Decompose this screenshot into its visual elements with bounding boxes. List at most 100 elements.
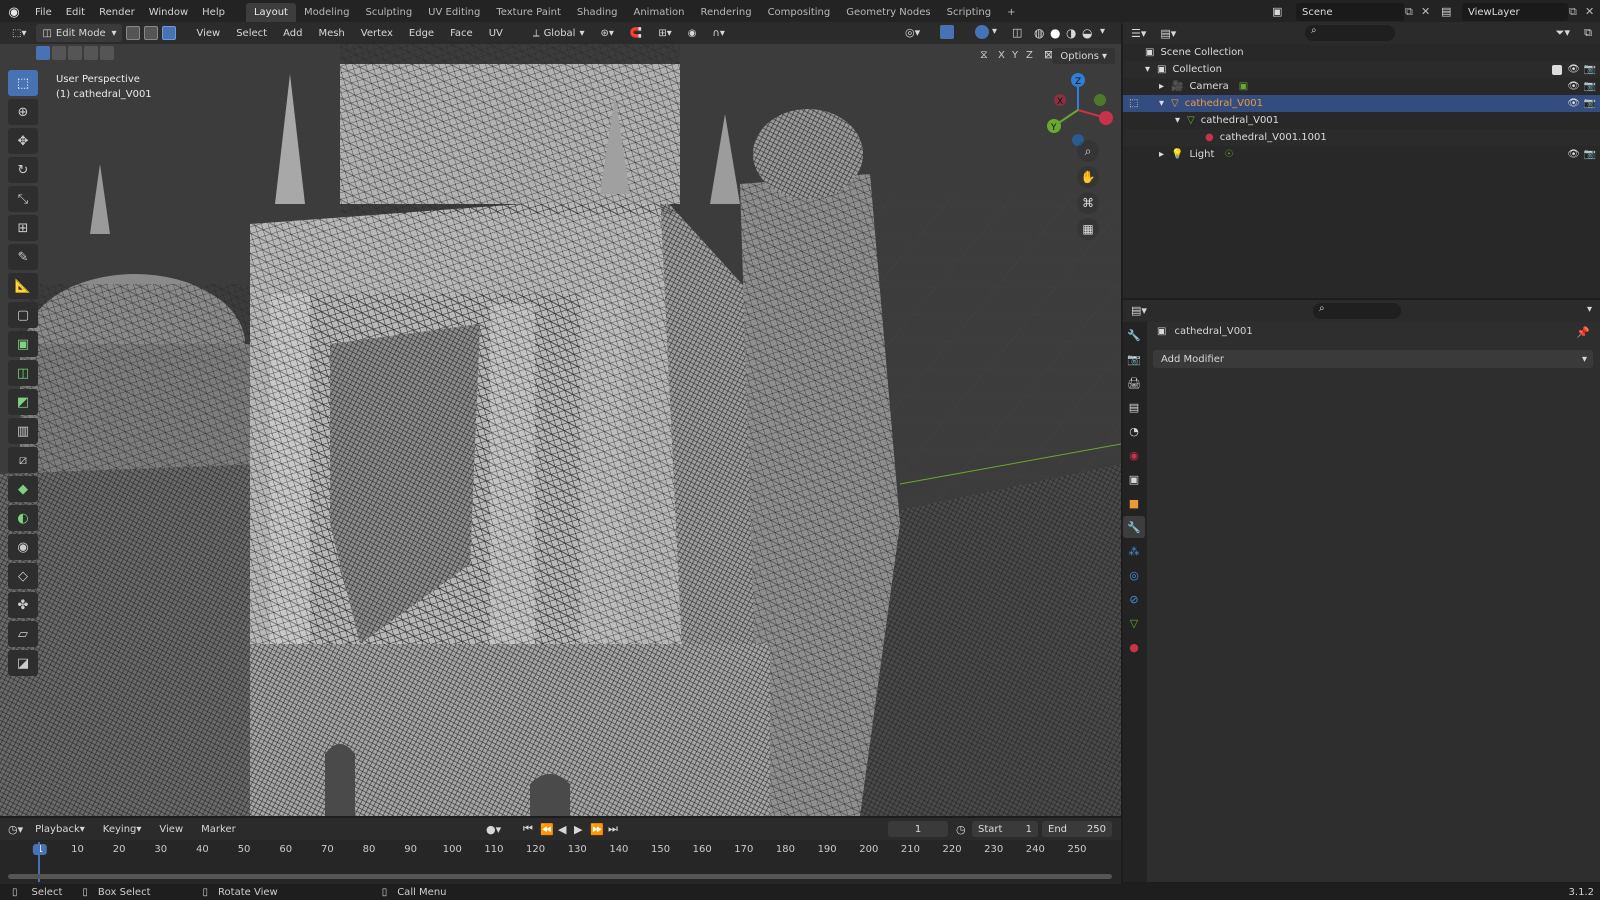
pivot-point-icon[interactable]: ⊛▾ xyxy=(595,24,620,42)
editor-type-icon[interactable]: ⬚▾ xyxy=(6,24,32,42)
overlays-icon[interactable] xyxy=(975,25,989,39)
edge-select-mode-icon[interactable] xyxy=(144,26,159,40)
next-keyframe-icon[interactable]: ⏩ xyxy=(590,823,604,836)
viewport-gizmo-icon[interactable] xyxy=(940,25,954,39)
expand-arrow-icon[interactable]: ▸ xyxy=(1159,149,1171,160)
output-tab-icon[interactable]: 🖨 xyxy=(1123,372,1145,394)
rip-icon[interactable]: ◪ xyxy=(8,650,38,676)
scale-icon[interactable]: ⤡ xyxy=(8,186,38,212)
camera-render-icon[interactable]: 📷 xyxy=(1584,81,1596,92)
blender-logo-icon[interactable]: ◉ xyxy=(0,5,28,20)
menu-edge[interactable]: Edge xyxy=(403,24,440,42)
record-icon[interactable]: ●▾ xyxy=(486,823,501,836)
properties-editor-icon[interactable]: ▤▾ xyxy=(1131,304,1147,317)
tab-scripting[interactable]: Scripting xyxy=(939,3,999,22)
menu-marker[interactable]: Marker xyxy=(195,820,242,838)
expand-arrow-icon[interactable]: ▾ xyxy=(1145,64,1157,75)
menu-window[interactable]: Window xyxy=(142,7,195,18)
select-new-icon[interactable] xyxy=(36,46,50,60)
tab-geometry-nodes[interactable]: Geometry Nodes xyxy=(838,3,938,22)
annotate-icon[interactable]: ✎ xyxy=(8,244,38,270)
current-frame-field[interactable]: 1 xyxy=(888,821,948,837)
outliner-row-material[interactable]: ● cathedral_V001.1001 xyxy=(1123,129,1600,146)
mirror-y-toggle[interactable]: Y xyxy=(1012,50,1018,61)
menu-file[interactable]: File xyxy=(28,7,59,18)
jump-end-icon[interactable]: ⏭ xyxy=(608,822,618,836)
tab-uv-editing[interactable]: UV Editing xyxy=(420,3,488,22)
move-icon[interactable]: ✥ xyxy=(8,128,38,154)
expand-arrow-icon[interactable]: ▸ xyxy=(1159,81,1171,92)
orientation-dropdown[interactable]: ⟂ Global ▾ xyxy=(527,24,591,42)
knife-icon[interactable]: ⧄ xyxy=(8,447,38,473)
jump-start-icon[interactable]: ⏮ xyxy=(523,822,533,836)
select-invert-icon[interactable] xyxy=(84,46,98,60)
wireframe-shading-icon[interactable]: ◍ xyxy=(1034,26,1044,40)
tab-layout[interactable]: Layout xyxy=(245,2,296,22)
pin-icon[interactable]: 📌 xyxy=(1576,326,1590,339)
eye-icon[interactable]: 👁 xyxy=(1567,81,1580,92)
timeline-body[interactable]: 1 10 20 30 40 50 60 70 80 90 100 110 120 130 140 150 160… xyxy=(0,840,1121,884)
render-tab-icon[interactable]: 📷 xyxy=(1123,348,1145,370)
tab-shading[interactable]: Shading xyxy=(569,3,626,22)
menu-timeline-view[interactable]: View xyxy=(153,820,189,838)
timeline-scrollbar[interactable] xyxy=(8,874,1112,879)
menu-mesh[interactable]: Mesh xyxy=(312,24,350,42)
outliner-row-collection[interactable]: ▾ ▣ Collection 👁 📷 xyxy=(1123,61,1600,78)
select-subtract-icon[interactable] xyxy=(68,46,82,60)
add-workspace-button[interactable]: + xyxy=(999,3,1023,22)
view-layer-tab-icon[interactable]: ▤ xyxy=(1123,396,1145,418)
inset-icon[interactable]: ◫ xyxy=(8,360,38,386)
outliner-row-cathedral[interactable]: ⬚ ▾ ▽ cathedral_V001 👁 📷 xyxy=(1123,95,1600,112)
mode-dropdown[interactable]: ◫ Edit Mode ▾ xyxy=(36,24,123,42)
data-tab-icon[interactable]: ▽ xyxy=(1123,612,1145,634)
camera-render-icon[interactable]: 📷 xyxy=(1584,98,1596,109)
snap-target-icon[interactable]: ⊞▾ xyxy=(652,24,677,42)
menu-playback[interactable]: Playback ▾ xyxy=(29,820,91,838)
tab-sculpting[interactable]: Sculpting xyxy=(357,3,420,22)
rendered-shading-icon[interactable]: ◒ xyxy=(1082,26,1092,40)
new-scene-icon[interactable]: ⧉ xyxy=(1405,5,1413,19)
add-cube-icon[interactable]: ▢ xyxy=(8,302,38,328)
chevron-down-icon[interactable]: ▾ xyxy=(1587,304,1592,315)
menu-view[interactable]: View xyxy=(190,24,226,42)
modifier-tab-icon[interactable]: 🔧 xyxy=(1123,516,1145,538)
play-icon[interactable]: ▶ xyxy=(574,823,582,836)
tab-rendering[interactable]: Rendering xyxy=(692,3,759,22)
spin-icon[interactable]: ◐ xyxy=(8,505,38,531)
extrude-icon[interactable]: ▣ xyxy=(8,331,38,357)
eye-icon[interactable]: 👁 xyxy=(1567,64,1580,75)
measure-icon[interactable]: 📐 xyxy=(8,273,38,299)
outliner-editor-icon[interactable]: ☰▾ xyxy=(1131,27,1146,40)
edge-slide-icon[interactable]: ◇ xyxy=(8,563,38,589)
particles-tab-icon[interactable]: ⁂ xyxy=(1123,540,1145,562)
outliner-row-camera[interactable]: ▸ 🎥 Camera ▣ 👁 📷 xyxy=(1123,78,1600,95)
collection-tab-icon[interactable]: ▣ xyxy=(1123,468,1145,490)
eye-icon[interactable]: 👁 xyxy=(1567,149,1580,160)
new-collection-icon[interactable]: ⧉ xyxy=(1584,26,1592,40)
smooth-icon[interactable]: ◉ xyxy=(8,534,38,560)
timeline-editor-icon[interactable]: ◷▾ xyxy=(8,823,23,836)
tab-animation[interactable]: Animation xyxy=(626,3,693,22)
delete-view-layer-icon[interactable]: ✕ xyxy=(1585,5,1594,18)
shrink-fatten-icon[interactable]: ✤ xyxy=(8,592,38,618)
menu-render[interactable]: Render xyxy=(92,7,142,18)
material-shading-icon[interactable]: ◑ xyxy=(1066,26,1076,40)
expand-arrow-icon[interactable]: ▾ xyxy=(1175,115,1187,126)
eye-icon[interactable]: 👁 xyxy=(1567,98,1580,109)
cathedral-mesh-render[interactable] xyxy=(0,44,1121,816)
outliner-row-scene-collection[interactable]: ▣ Scene Collection xyxy=(1123,44,1600,61)
zoom-icon[interactable]: ⌕ xyxy=(1077,140,1099,162)
mirror-icon[interactable]: ⧖ xyxy=(980,48,988,62)
scene-field[interactable]: Scene xyxy=(1296,3,1404,21)
xray-icon[interactable]: ◫ xyxy=(1012,26,1022,39)
menu-add[interactable]: Add xyxy=(277,24,308,42)
shear-icon[interactable]: ▱ xyxy=(8,621,38,647)
mirror-z-toggle[interactable]: Z xyxy=(1026,50,1033,61)
scene-tab-icon[interactable]: ◔ xyxy=(1123,420,1145,442)
frame-ruler[interactable]: 1 10 20 30 40 50 60 70 80 90 100 110 120 130 140 150 160… xyxy=(0,840,1121,858)
material-tab-icon[interactable]: ● xyxy=(1123,636,1145,658)
tab-modeling[interactable]: Modeling xyxy=(296,3,358,22)
tab-texture-paint[interactable]: Texture Paint xyxy=(488,3,569,22)
end-frame-field[interactable]: End 250 xyxy=(1042,821,1112,837)
3d-viewport[interactable]: User Perspective (1) cathedral_V001 ⧖ X … xyxy=(0,44,1121,816)
